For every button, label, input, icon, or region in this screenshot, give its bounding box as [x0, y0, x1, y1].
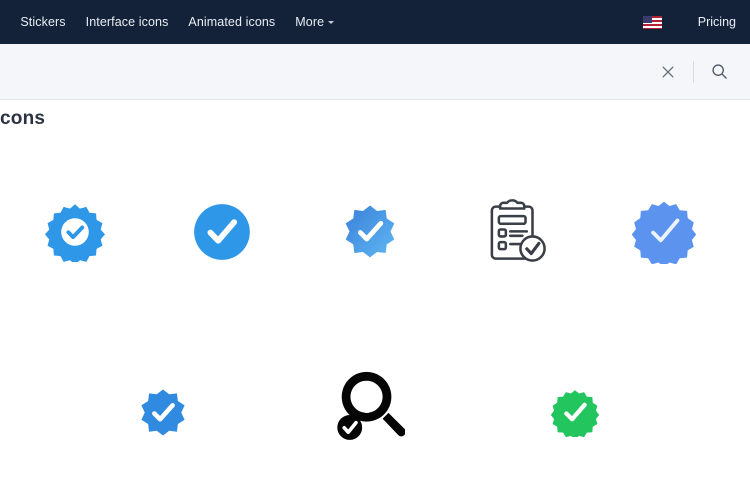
flag-canton [642, 15, 652, 23]
verified-badge-scalloped-blue-icon[interactable] [20, 177, 130, 287]
nav-links-group: s Stickers Interface icons Animated icon… [0, 0, 344, 44]
verified-badge-green-icon[interactable] [520, 358, 630, 468]
nav-item-stickers[interactable]: Stickers [10, 15, 75, 29]
nav-item-animated-icons-label: Animated icons [188, 15, 276, 29]
search-actions [655, 44, 750, 99]
icon-row [0, 330, 750, 500]
close-icon[interactable] [655, 59, 681, 85]
search-input[interactable] [0, 44, 655, 99]
nav-right-group: Pricing [642, 0, 750, 44]
nav-item-more-label: More [295, 15, 325, 29]
check-circle-blue-icon[interactable] [167, 177, 277, 287]
nav-item-pricing-label: Pricing [697, 15, 736, 29]
page-title: cons [0, 108, 46, 129]
dollar-magnifier-check-icon[interactable] [313, 352, 423, 462]
nav-item-interface-icons[interactable]: Interface icons [76, 15, 179, 29]
top-navigation-bar: s Stickers Interface icons Animated icon… [0, 0, 750, 44]
search-divider [693, 60, 694, 83]
nav-item-more[interactable]: More [285, 15, 344, 29]
verified-badge-light-blue-icon[interactable] [609, 177, 719, 287]
verified-badge-gradient-icon[interactable] [315, 177, 425, 287]
us-flag-icon[interactable] [642, 15, 662, 29]
verified-badge-small-blue-icon[interactable] [108, 358, 218, 468]
clipboard-check-outline-icon[interactable] [461, 177, 571, 287]
page-root: s Stickers Interface icons Animated icon… [0, 0, 750, 500]
search-icon[interactable] [706, 59, 732, 85]
nav-item-pricing[interactable]: Pricing [698, 15, 736, 29]
icon-row [0, 150, 750, 330]
search-bar [0, 44, 750, 100]
nav-item-interface-icons-label: Interface icons [85, 15, 169, 29]
icon-results-grid [0, 150, 750, 500]
nav-item-stickers-label: Stickers [20, 15, 66, 29]
chevron-down-icon [328, 20, 335, 24]
nav-item-animated-icons[interactable]: Animated icons [178, 15, 285, 29]
nav-item-truncated[interactable]: s [0, 15, 10, 29]
